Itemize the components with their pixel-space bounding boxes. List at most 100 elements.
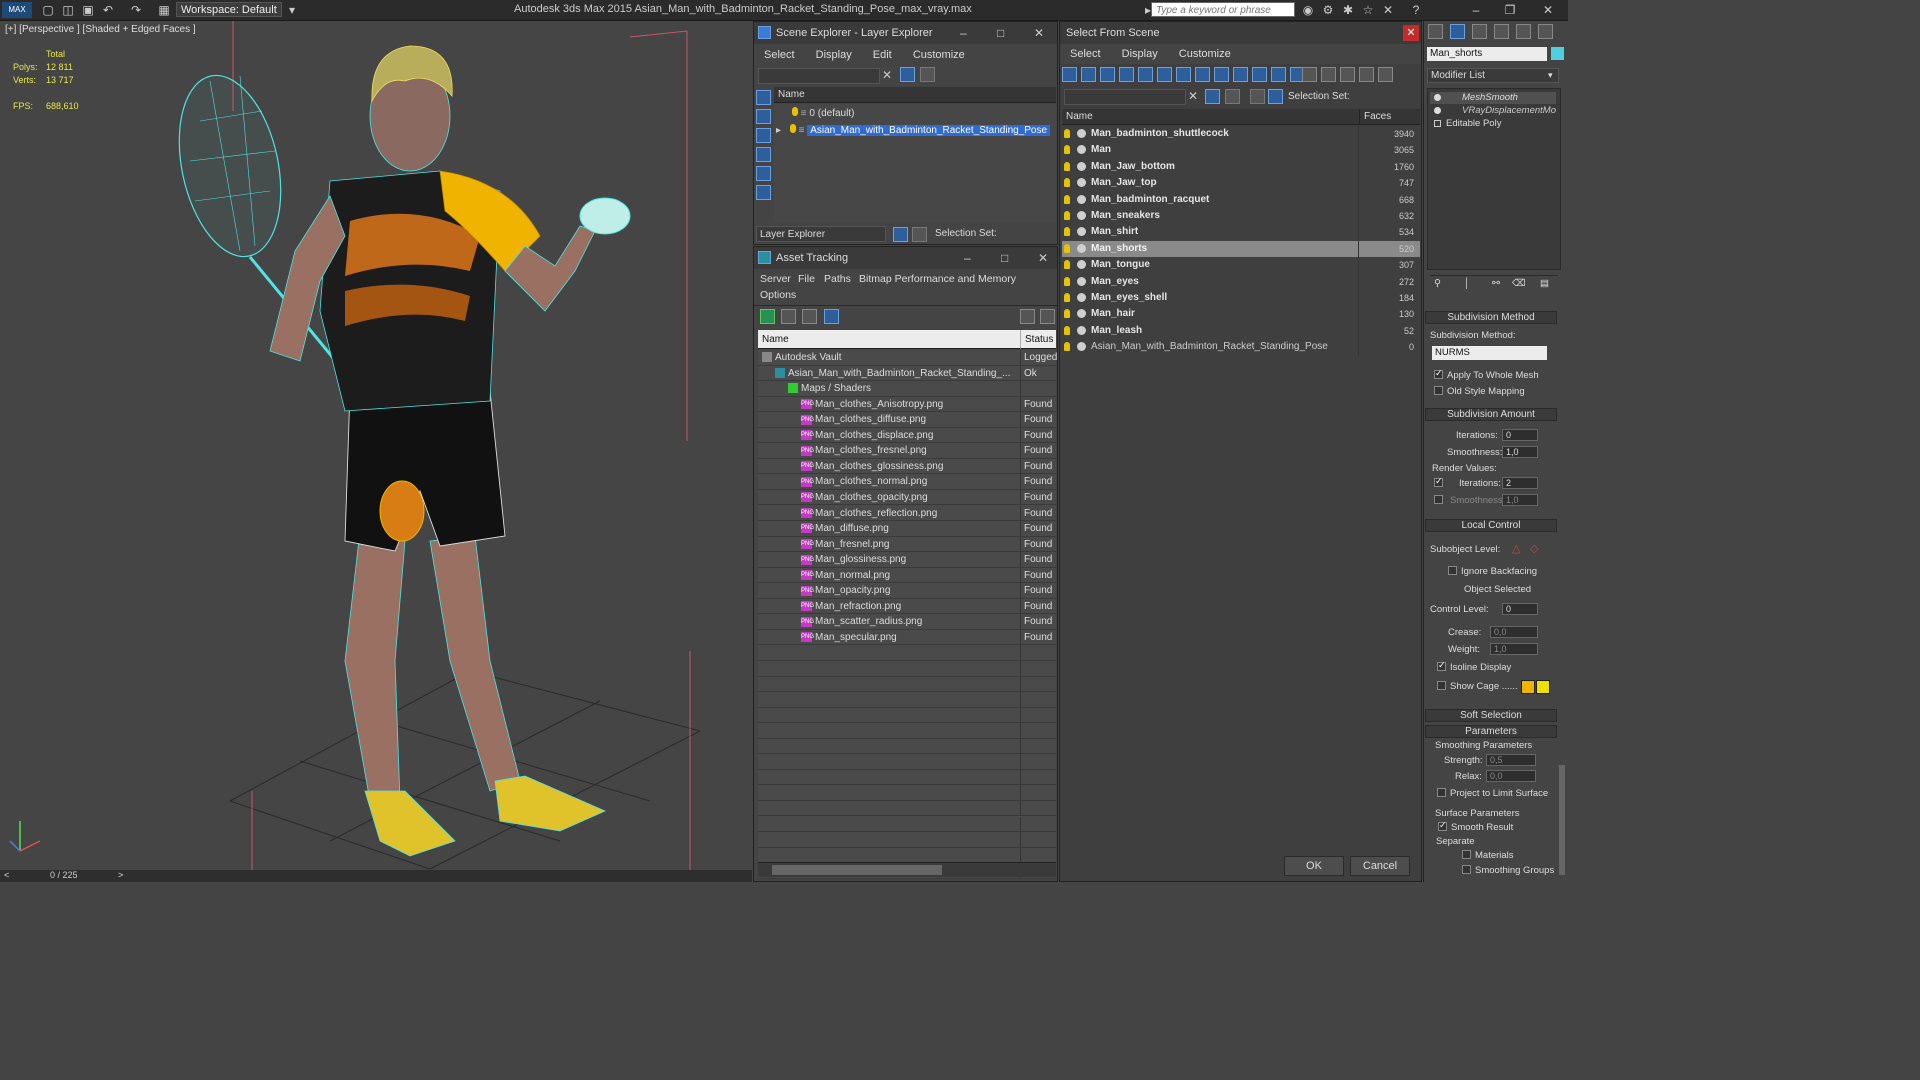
hierarchy-mode-icon[interactable] [912,227,927,242]
binoculars-icon[interactable]: ◉ [1300,2,1316,18]
scene-object-row[interactable]: Man_hair 130 [1062,306,1420,322]
chevron-down-icon[interactable]: ▾ [1548,70,1553,81]
asset-row[interactable]: PNGMan_glossiness.png Found [758,552,1056,568]
subdivision-method-select[interactable]: NURMS [1432,346,1547,360]
layer-row-asian-man[interactable]: ▸ ≡ Asian_Man_with_Badminton_Racket_Stan… [776,123,1056,139]
asset-row[interactable]: PNGMan_refraction.png Found [758,598,1056,615]
vertex-subobject-icon[interactable]: △ [1512,542,1520,555]
menu-display[interactable]: Display [816,49,852,61]
motion-tab-icon[interactable] [1494,24,1509,39]
new-file-icon[interactable]: ▢ [40,2,56,18]
selection-set-icon[interactable] [1268,89,1283,104]
menu-bitmap-performance[interactable]: Bitmap Performance and Memory [859,273,1016,285]
redo-icon[interactable]: ↷ [128,2,144,18]
edge-subobject-icon[interactable]: ◇ [1530,542,1538,555]
filter-groups-icon[interactable] [1176,67,1191,82]
close-x-icon[interactable]: ✕ [1380,2,1396,18]
subdivision-amount-rollout[interactable]: Subdivision Amount [1425,408,1557,421]
utilities-tab-icon[interactable] [1538,24,1553,39]
asset-row[interactable]: PNGMan_clothes_glossiness.png Found [758,458,1056,475]
bulb-icon[interactable] [1064,276,1070,286]
relax-spinner[interactable]: 0,0 [1486,770,1536,782]
scene-object-row[interactable]: Man_shirt 534 [1062,224,1420,240]
stack-item-vraydisplacement[interactable]: VRayDisplacementMod [1430,105,1556,117]
filter-hidden-icon[interactable] [1271,67,1286,82]
menu-select[interactable]: Select [764,49,795,61]
filter-tree-icon[interactable] [1359,67,1374,82]
bulb-icon[interactable] [1064,293,1070,302]
render-smoothness-checkbox[interactable] [1434,495,1443,504]
stack-item-editable-poly[interactable]: Editable Poly [1430,118,1556,130]
stack-item-meshsmooth[interactable]: MeshSmooth [1430,92,1556,104]
column-name-header[interactable]: Name [774,87,1056,103]
explorer-type-dropdown[interactable]: Layer Explorer [756,226,886,242]
bulb-icon[interactable] [789,124,796,133]
scene-object-row[interactable]: Man_sneakers 632 [1062,208,1420,224]
cage-color-swatch-1[interactable] [1521,680,1535,694]
asset-row[interactable]: PNGMan_opacity.png Found [758,583,1056,599]
menu-server[interactable]: Server [760,273,791,285]
maximize-icon[interactable]: □ [1001,251,1008,265]
scene-object-row[interactable]: Man_shorts 520 [1062,240,1420,258]
col-name-header[interactable]: Name [758,330,1020,349]
open-folder-icon[interactable]: ◫ [60,2,76,18]
bulb-icon[interactable] [1064,161,1070,171]
scene-object-row[interactable]: Man_Jaw_top 747 [1062,175,1420,191]
bulb-icon[interactable] [1064,342,1070,352]
soft-selection-rollout[interactable]: Soft Selection [1425,709,1557,722]
bulb-icon[interactable] [1064,145,1070,155]
display-geometry-icon[interactable] [756,109,771,124]
col-name-header[interactable]: Name [1062,109,1359,125]
menu-customize[interactable]: Customize [913,49,965,61]
render-iterations-checkbox[interactable] [1434,476,1443,487]
perspective-viewport[interactable]: [+] [Perspective ] [Shaded + Edged Faces… [0,21,752,870]
bulb-icon[interactable] [1064,260,1070,270]
subdivision-method-rollout[interactable]: Subdivision Method [1425,311,1557,324]
project-limit-surface-checkbox[interactable] [1437,788,1446,797]
apply-whole-mesh-checkbox[interactable] [1434,368,1443,379]
menu-paths[interactable]: Paths [824,273,851,285]
workspace-dropdown[interactable]: Workspace: Default [176,2,282,17]
menu-customize[interactable]: Customize [1179,48,1231,60]
old-style-mapping-checkbox[interactable] [1434,386,1443,395]
asset-row[interactable]: PNGMan_specular.png Found [758,629,1056,646]
asset-row[interactable]: PNGMan_fresnel.png Found [758,536,1056,553]
ok-button[interactable]: OK [1284,856,1344,876]
scene-object-row[interactable]: Man_tongue 307 [1062,257,1420,273]
minimize-icon[interactable]: – [1468,2,1484,18]
scene-object-row[interactable]: Man_Jaw_bottom 1760 [1062,159,1420,175]
display-lights-icon[interactable] [756,128,771,143]
display-cameras-icon[interactable] [756,147,771,162]
smoothing-groups-checkbox[interactable] [1462,865,1471,874]
prev-frame-icon[interactable]: < [4,870,9,880]
filter-display-none-icon[interactable] [1302,67,1317,82]
clear-icon[interactable]: ✕ [1188,89,1198,103]
filter-icon[interactable] [900,67,915,82]
filter-hierarchy-icon[interactable] [1378,67,1393,82]
eye-icon[interactable] [1434,107,1441,114]
strength-spinner[interactable]: 0,5 [1486,754,1536,766]
asset-row[interactable]: Asian_Man_with_Badminton_Racket_Standing… [758,365,1056,382]
bulb-icon[interactable] [1064,178,1070,188]
tree-view-icon[interactable] [802,309,817,324]
scene-object-row[interactable]: Man_badminton_shuttlecock 3940 [1062,126,1420,142]
modify-tab-icon[interactable] [1450,24,1465,39]
command-panel-scrollbar[interactable] [1559,765,1565,875]
asset-row[interactable]: PNGMan_scatter_radius.png Found [758,614,1056,630]
star-icon[interactable]: ☆ [1360,2,1376,18]
window-close-icon[interactable]: ✕ [1540,2,1556,18]
smooth-result-checkbox[interactable] [1438,820,1447,831]
tools-icon[interactable]: ⚙ [1320,2,1336,18]
refresh-icon[interactable] [760,309,775,324]
scene-object-row[interactable]: Man_eyes_shell 184 [1062,290,1420,306]
expand-icon[interactable] [1434,120,1441,127]
smoothness-spinner[interactable]: 1,0 [1502,446,1538,458]
clear-icon[interactable]: ✕ [882,68,892,82]
bulb-icon[interactable] [792,107,798,116]
asset-row[interactable]: PNGMan_normal.png Found [758,567,1056,584]
display-spacewarps-icon[interactable] [756,185,771,200]
minimize-icon[interactable]: – [960,26,967,40]
filter-frozen-icon[interactable] [1252,67,1267,82]
asset-row[interactable]: PNGMan_clothes_fresnel.png Found [758,443,1056,459]
display-none-icon[interactable] [756,90,771,105]
